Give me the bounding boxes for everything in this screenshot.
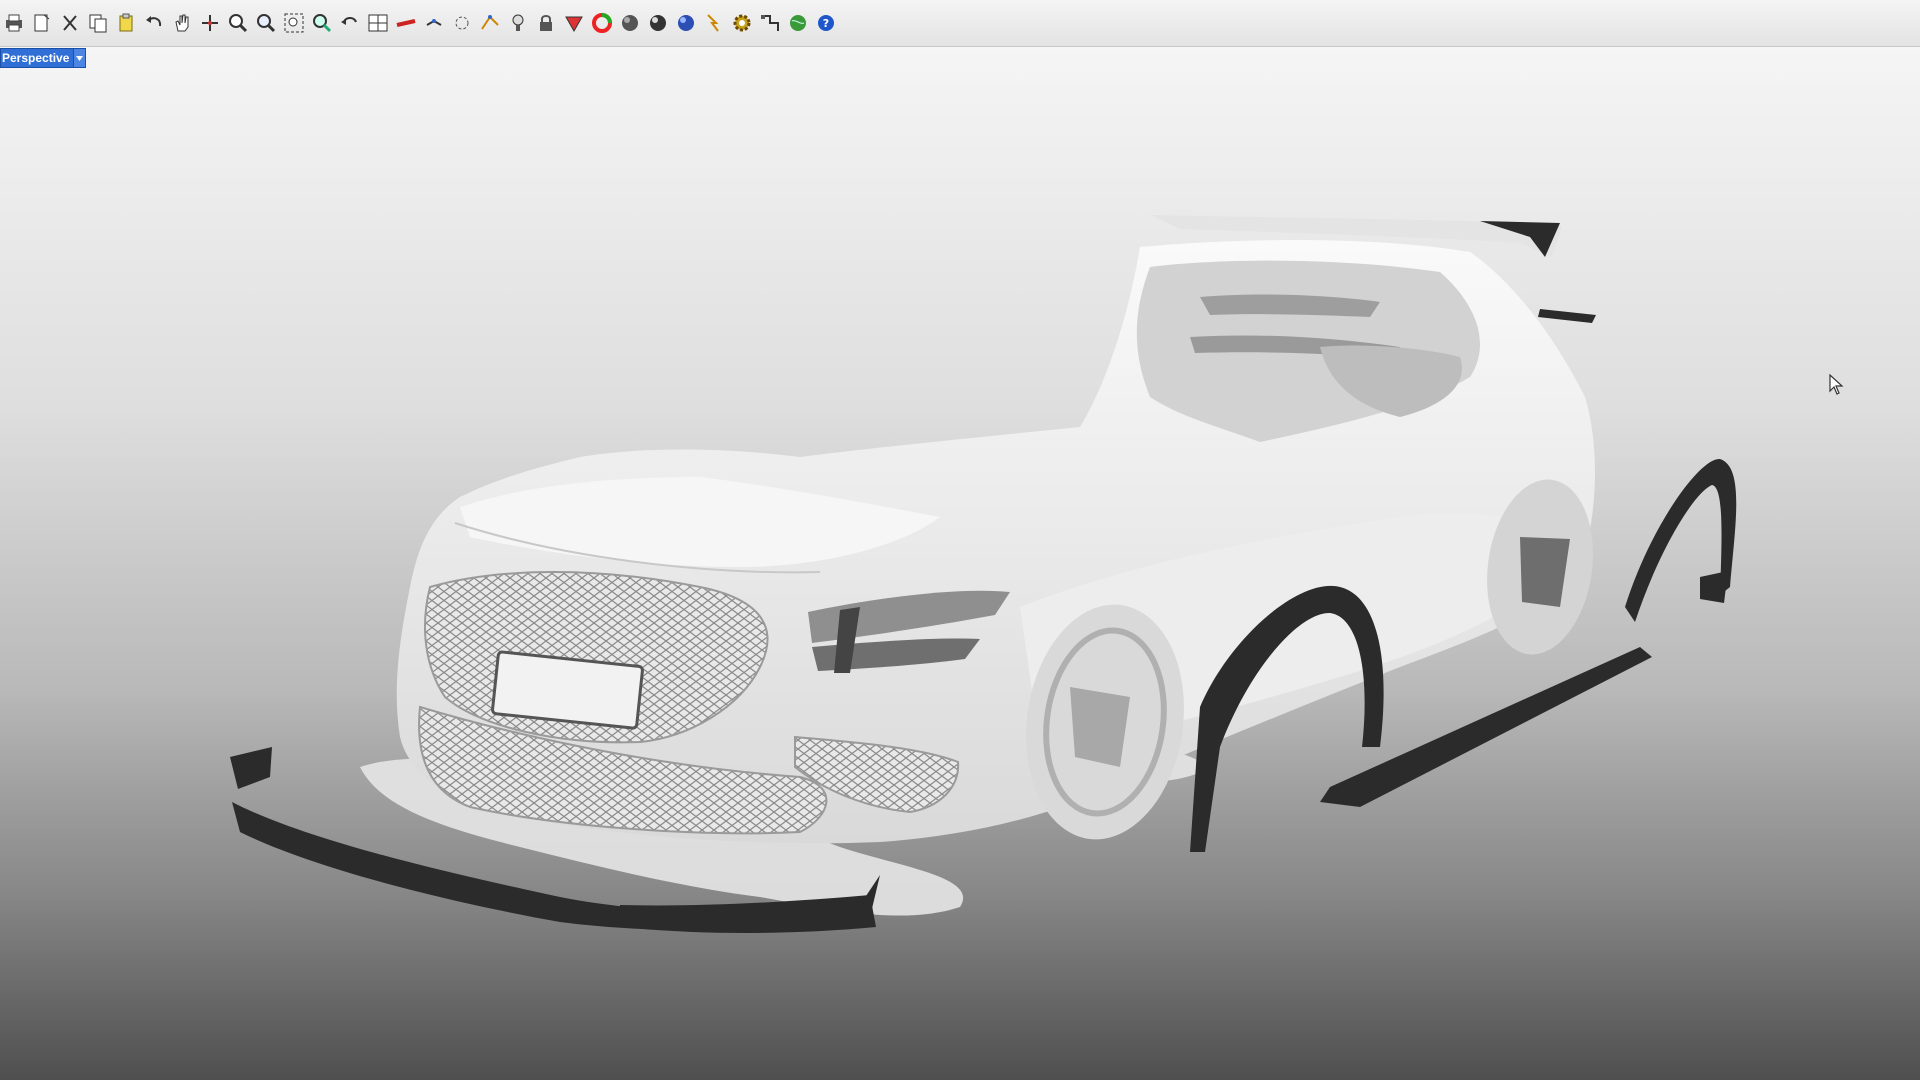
construction-plane-icon [394, 11, 418, 35]
color-wheel-button[interactable] [590, 10, 614, 36]
help-icon: ? [814, 11, 838, 35]
copy-icon [86, 11, 110, 35]
help-button[interactable]: ? [814, 10, 838, 36]
undo-button[interactable] [142, 10, 166, 36]
main-toolbar: ? [0, 0, 1920, 47]
perspective-viewport[interactable]: Perspective [0, 47, 1920, 1080]
layer-color-icon [562, 11, 586, 35]
shaded-sphere-button[interactable] [618, 10, 642, 36]
analysis-button[interactable] [702, 10, 726, 36]
layer-color-button[interactable] [562, 10, 586, 36]
light-button[interactable] [506, 10, 530, 36]
settings-gear-button[interactable] [730, 10, 754, 36]
light-icon [506, 11, 530, 35]
svg-text:?: ? [823, 17, 829, 30]
point-edit-icon [478, 11, 502, 35]
layout-button[interactable] [758, 10, 782, 36]
four-viewports-button[interactable] [366, 10, 390, 36]
page-setup-icon [30, 11, 54, 35]
undo-view-icon [338, 11, 362, 35]
select-window-icon [450, 11, 474, 35]
environment-globe-button[interactable] [786, 10, 810, 36]
color-wheel-icon [590, 11, 614, 35]
material-sphere-button[interactable] [674, 10, 698, 36]
pan-hand-button[interactable] [170, 10, 194, 36]
undo-view-button[interactable] [338, 10, 362, 36]
cut-button[interactable] [58, 10, 82, 36]
zoom-selected-button[interactable] [310, 10, 334, 36]
zoom-selected-icon [310, 11, 334, 35]
zoom-dynamic-button[interactable] [226, 10, 250, 36]
print-icon [2, 11, 26, 35]
construction-plane-button[interactable] [394, 10, 418, 36]
render-sphere-icon [646, 11, 670, 35]
osnap-icon [422, 11, 446, 35]
mouse-cursor-icon [1829, 374, 1844, 395]
shaded-sphere-icon [618, 11, 642, 35]
paste-icon [114, 11, 138, 35]
undo-icon [142, 11, 166, 35]
paste-button[interactable] [114, 10, 138, 36]
osnap-button[interactable] [422, 10, 446, 36]
material-sphere-icon [674, 11, 698, 35]
zoom-window-icon [254, 11, 278, 35]
zoom-extents-button[interactable] [282, 10, 306, 36]
layout-icon [758, 11, 782, 35]
lock-button[interactable] [534, 10, 558, 36]
zoom-dynamic-icon [226, 11, 250, 35]
pan-hand-icon [170, 11, 194, 35]
select-window-button[interactable] [450, 10, 474, 36]
four-viewports-icon [366, 11, 390, 35]
print-button[interactable] [2, 10, 26, 36]
cut-icon [58, 11, 82, 35]
rotate-view-icon [198, 11, 222, 35]
environment-globe-icon [786, 11, 810, 35]
point-edit-button[interactable] [478, 10, 502, 36]
analysis-icon [702, 11, 726, 35]
car-model-scene[interactable] [0, 47, 1920, 1080]
zoom-extents-icon [282, 11, 306, 35]
lock-icon [534, 11, 558, 35]
render-sphere-button[interactable] [646, 10, 670, 36]
page-setup-button[interactable] [30, 10, 54, 36]
rotate-view-button[interactable] [198, 10, 222, 36]
zoom-window-button[interactable] [254, 10, 278, 36]
settings-gear-icon [730, 11, 754, 35]
copy-button[interactable] [86, 10, 110, 36]
